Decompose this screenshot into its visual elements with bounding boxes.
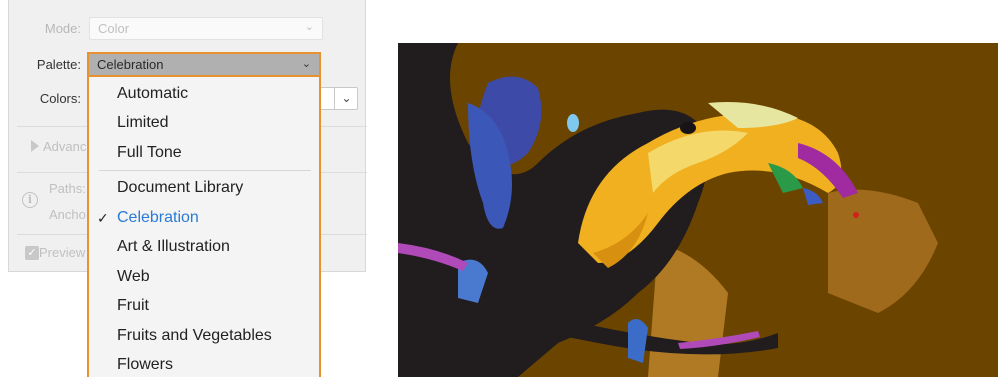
preview-label[interactable]: Preview: [39, 245, 85, 260]
info-icon: i: [22, 192, 38, 208]
menu-item-limited[interactable]: Limited: [117, 114, 169, 132]
anchors-label: Ancho: [49, 207, 86, 222]
paths-label: Paths:: [49, 181, 86, 196]
disclosure-triangle-icon[interactable]: [31, 140, 39, 152]
menu-separator: [99, 170, 311, 171]
menu-item-art-illustration[interactable]: Art & Illustration: [117, 238, 230, 256]
checkmark-icon: ✓: [97, 210, 109, 226]
palette-label: Palette:: [36, 57, 81, 72]
menu-item-document-library[interactable]: Document Library: [117, 179, 243, 197]
menu-item-flowers[interactable]: Flowers: [117, 356, 173, 374]
menu-item-celebration[interactable]: Celebration: [117, 209, 199, 227]
chevron-down-icon: ⌄: [301, 58, 311, 70]
mode-label: Mode:: [44, 21, 81, 36]
menu-item-fruits-and-vegetables[interactable]: Fruits and Vegetables: [117, 327, 272, 345]
colors-label: Colors:: [39, 91, 81, 106]
mode-select[interactable]: Color ⌄: [89, 17, 323, 40]
advanced-label[interactable]: Advanc: [43, 139, 86, 154]
palette-value: Celebration: [97, 57, 164, 72]
menu-item-web[interactable]: Web: [117, 268, 150, 286]
traced-toucan-artwork: [398, 43, 998, 377]
chevron-down-icon: ⌄: [304, 21, 314, 33]
palette-dropdown-menu: Automatic Limited Full Tone Document Lib…: [87, 77, 321, 377]
menu-item-automatic[interactable]: Automatic: [117, 85, 188, 103]
palette-select[interactable]: Celebration ⌄: [87, 52, 321, 77]
mode-value: Color: [98, 21, 130, 36]
preview-checkbox-icon[interactable]: ✓: [25, 246, 39, 260]
menu-item-full-tone[interactable]: Full Tone: [117, 144, 182, 162]
menu-item-fruit[interactable]: Fruit: [117, 297, 149, 315]
chevron-down-icon[interactable]: ⌄: [334, 87, 358, 110]
